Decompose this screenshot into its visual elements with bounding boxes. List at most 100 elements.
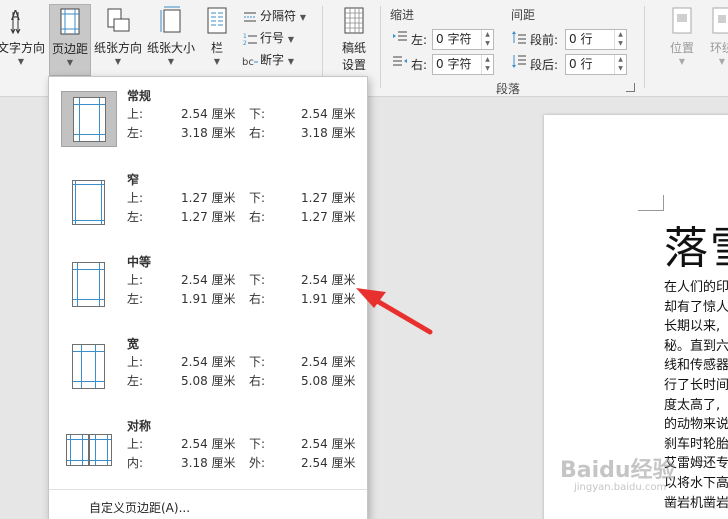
right-label: 右:: [249, 126, 266, 140]
margin-option-moderate[interactable]: 中等 上: 2.54 厘米 下: 2.54 厘米 左: 1.91 厘米 右: 1.91 厘米: [49, 243, 367, 323]
document-line: 在人们的印: [664, 280, 728, 295]
right-label: 右:: [249, 210, 266, 224]
line-numbers-label: 行号: [260, 31, 285, 45]
text-direction-button[interactable]: A 文字方向 ▼: [0, 4, 48, 76]
baidu-watermark: Baidu经验 jingyan.baidu.com: [560, 452, 675, 493]
chevron-down-icon: ▼: [17, 57, 25, 66]
top-value: 1.27 厘米: [181, 191, 236, 205]
spinner-arrows-icon[interactable]: ▲ ▼: [614, 30, 626, 49]
size-button[interactable]: 纸张大小 ▼: [145, 4, 197, 76]
text-direction-label: 文字方向: [0, 41, 45, 55]
draft-paper-label-line2: 设置: [341, 58, 366, 72]
margin-option-normal[interactable]: 常规 上: 2.54 厘米 下: 2.54 厘米 左: 3.18 厘米 右: 3.18 厘米: [49, 77, 367, 157]
custom-margins-item[interactable]: 自定义页边距(A)...: [89, 499, 190, 516]
left-value: 5.08 厘米: [181, 374, 236, 388]
breaks-button[interactable]: 分隔符 ▼: [242, 6, 306, 26]
indent-left-label: 左:: [411, 33, 428, 47]
margins-icon: [57, 7, 83, 37]
option-name: 中等: [127, 255, 152, 269]
hyphenation-button[interactable]: bc 断字 ▼: [242, 50, 294, 70]
outside-value: 2.54 厘米: [301, 456, 356, 470]
document-line: 线和传感器: [664, 358, 728, 374]
bottom-value: 1.27 厘米: [301, 191, 356, 205]
option-name: 常规: [127, 89, 152, 103]
text-direction-icon: A: [8, 6, 34, 36]
bottom-label: 下:: [249, 437, 266, 451]
margin-option-mirrored[interactable]: 对称 上: 2.54 厘米 下: 2.54 厘米 内: 3.18 厘米 外: 2.54 厘米: [49, 407, 367, 487]
spacing-before-icon: [512, 30, 526, 44]
indent-right-input[interactable]: 0 字符 ▲ ▼: [432, 54, 494, 75]
document-line: 却有了惊人: [664, 299, 728, 315]
moderate-margins-icon: [61, 257, 117, 313]
inside-label: 内:: [127, 456, 144, 470]
left-label: 左:: [127, 292, 144, 306]
wide-margins-icon: [61, 339, 117, 395]
right-label: 右:: [249, 292, 266, 306]
spacing-title: 间距: [511, 8, 536, 22]
wrap-text-button[interactable]: 环绕 ▼: [702, 4, 728, 76]
bottom-label: 下:: [249, 355, 266, 369]
orientation-icon: [105, 6, 131, 36]
spinner-arrows-icon[interactable]: ▲ ▼: [481, 55, 493, 74]
spacing-after-input[interactable]: 0 行 ▲ ▼: [565, 54, 627, 75]
paragraph-dialog-launcher-icon[interactable]: [626, 83, 635, 92]
hyphenation-icon: bc: [242, 54, 258, 68]
position-icon: [669, 6, 695, 36]
chevron-down-icon: ▼: [287, 35, 294, 44]
margin-option-wide[interactable]: 宽 上: 2.54 厘米 下: 2.54 厘米 左: 5.08 厘米 右: 5.08 厘米: [49, 325, 367, 405]
columns-button[interactable]: 栏 ▼: [200, 4, 234, 76]
chevron-down-icon: ▼: [287, 57, 294, 66]
narrow-margins-icon: [61, 175, 117, 231]
draft-paper-icon: [341, 6, 367, 36]
wrap-text-icon: [709, 6, 728, 36]
indent-left-input[interactable]: 0 字符 ▲ ▼: [432, 29, 494, 50]
top-label: 上:: [127, 437, 144, 451]
bottom-value: 2.54 厘米: [301, 273, 356, 287]
watermark-brand: Baidu经验: [560, 458, 675, 483]
document-line: 行了长时间: [664, 378, 728, 393]
indent-title: 缩进: [390, 8, 415, 22]
option-name: 宽: [127, 337, 140, 351]
spacing-before-input[interactable]: 0 行 ▲ ▼: [565, 29, 627, 50]
document-line: 秘。直到六: [664, 338, 728, 354]
document-line: 度太高了,: [664, 397, 721, 413]
margins-button[interactable]: 页边距 ▼: [49, 4, 91, 76]
margin-option-narrow[interactable]: 窄 上: 1.27 厘米 下: 1.27 厘米 左: 1.27 厘米 右: 1.27 厘米: [49, 161, 367, 241]
svg-text:2: 2: [243, 40, 247, 46]
top-label: 上:: [127, 355, 144, 369]
left-value: 1.91 厘米: [181, 292, 236, 306]
top-label: 上:: [127, 273, 144, 287]
option-name: 窄: [127, 173, 140, 187]
left-label: 左:: [127, 210, 144, 224]
indent-right-icon: [393, 55, 407, 69]
chevron-down-icon: ▼: [66, 58, 74, 67]
chevron-down-icon: ▼: [167, 57, 175, 66]
hyphenation-label: 断字: [260, 53, 285, 67]
svg-text:A: A: [11, 9, 20, 24]
top-label: 上:: [127, 107, 144, 121]
spacing-after-icon: [512, 55, 526, 69]
paragraph-group-title: 段落: [496, 82, 521, 96]
columns-icon: [204, 6, 230, 36]
top-value: 2.54 厘米: [181, 273, 236, 287]
group-divider: [644, 6, 645, 88]
bottom-label: 下:: [249, 273, 266, 287]
left-value: 1.27 厘米: [181, 210, 236, 224]
spinner-arrows-icon[interactable]: ▲ ▼: [614, 55, 626, 74]
orientation-button[interactable]: 纸张方向 ▼: [92, 4, 144, 76]
margins-dropdown: 常规 上: 2.54 厘米 下: 2.54 厘米 左: 3.18 厘米 右: 3.18 厘米…: [48, 76, 368, 519]
normal-margins-icon: [61, 91, 117, 147]
chevron-down-icon: ▼: [213, 57, 221, 66]
position-button[interactable]: 位置 ▼: [662, 4, 702, 76]
spacing-after-label: 段后:: [530, 58, 559, 72]
draft-paper-button[interactable]: 稿纸 设置: [334, 4, 374, 76]
left-label: 左:: [127, 374, 144, 388]
right-value: 1.91 厘米: [301, 292, 356, 306]
right-value: 5.08 厘米: [301, 374, 356, 388]
spinner-arrows-icon[interactable]: ▲ ▼: [481, 30, 493, 49]
top-value: 2.54 厘米: [181, 437, 236, 451]
top-value: 2.54 厘米: [181, 107, 236, 121]
orientation-label: 纸张方向: [93, 41, 142, 55]
line-numbers-button[interactable]: 1 2 行号 ▼: [242, 28, 294, 48]
indent-left-icon: [393, 30, 407, 44]
